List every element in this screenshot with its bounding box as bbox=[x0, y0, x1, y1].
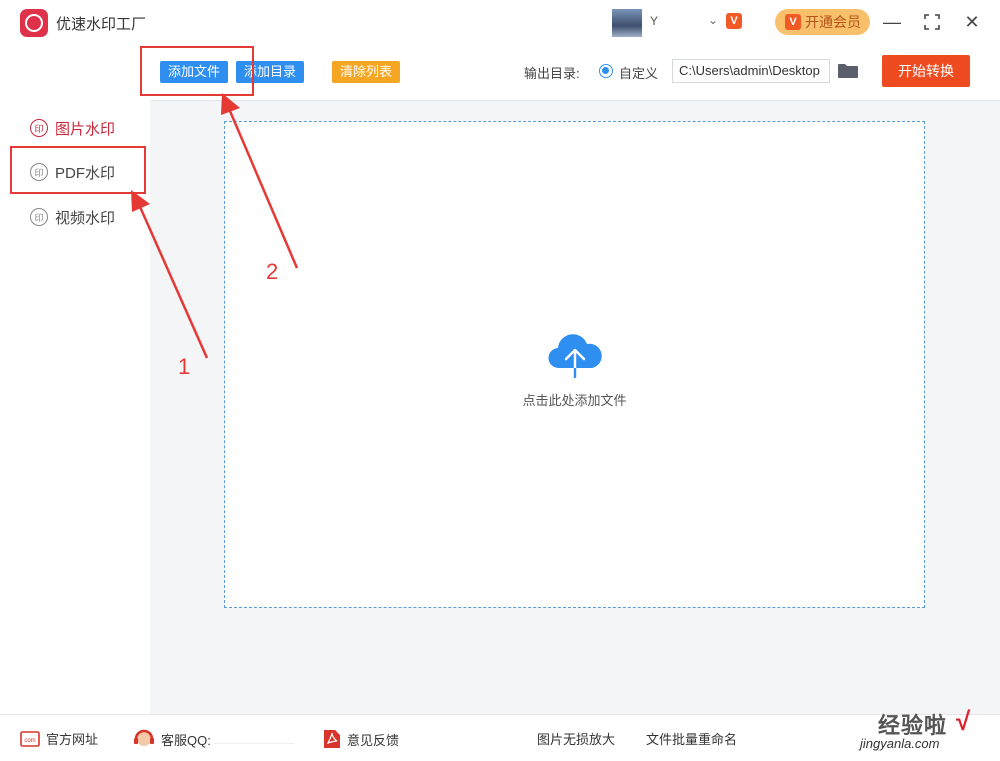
vip-badge-icon: V bbox=[726, 13, 742, 29]
watermark-domain: jingyanla.com bbox=[860, 736, 940, 751]
batch-rename-link[interactable]: 文件批量重命名 bbox=[646, 729, 737, 748]
annotation-number-1: 1 bbox=[178, 354, 191, 379]
folder-icon[interactable] bbox=[838, 63, 858, 78]
annotation-box-add-file bbox=[140, 46, 254, 96]
headset-icon bbox=[134, 729, 154, 746]
custom-dir-radio[interactable] bbox=[599, 64, 613, 78]
pdf-feedback-icon bbox=[324, 730, 340, 748]
output-dir-label: 输出目录: bbox=[524, 66, 580, 81]
sidebar-item-image-watermark[interactable]: 印 图片水印 bbox=[30, 116, 115, 140]
lossless-enlarge-link[interactable]: 图片无损放大 bbox=[537, 729, 615, 748]
main-area: 点击此处添加文件 bbox=[150, 101, 1000, 714]
maximize-button[interactable] bbox=[920, 10, 944, 34]
stamp-icon: 印 bbox=[30, 208, 48, 226]
title-bar: 优速水印工厂 Y ⌄ V V 开通会员 — ✕ bbox=[0, 0, 1000, 44]
chevron-down-icon[interactable]: ⌄ bbox=[708, 13, 718, 27]
vip-icon: V bbox=[785, 14, 801, 30]
app-title: 优速水印工厂 bbox=[56, 16, 147, 33]
support-qq-label: 客服QQ: bbox=[161, 732, 211, 748]
cloud-upload-icon bbox=[548, 334, 602, 380]
website-icon: com bbox=[20, 730, 40, 747]
sidebar-item-video-watermark[interactable]: 印 视频水印 bbox=[30, 205, 115, 229]
minimize-button[interactable]: — bbox=[880, 10, 904, 34]
annotation-number-2: 2 bbox=[266, 259, 279, 284]
app-logo-icon bbox=[20, 9, 48, 37]
annotation-box-pdf bbox=[10, 146, 146, 194]
drop-zone-text: 点击此处添加文件 bbox=[522, 393, 627, 408]
svg-text:com: com bbox=[24, 738, 35, 744]
toolbar: 添加文件 添加目录 清除列表 输出目录: 自定义 C:\Users\admin\… bbox=[150, 44, 1000, 101]
close-button[interactable]: ✕ bbox=[960, 10, 984, 34]
start-convert-button[interactable]: 开始转换 bbox=[882, 55, 970, 87]
feedback-link[interactable]: 意见反馈 bbox=[323, 729, 399, 749]
stamp-icon: 印 bbox=[30, 119, 48, 137]
sidebar-item-label: 视频水印 bbox=[55, 209, 116, 227]
watermark-check: √ bbox=[956, 706, 971, 736]
qq-number-redacted bbox=[214, 731, 294, 744]
website-label: 官方网址 bbox=[46, 732, 99, 747]
support-qq[interactable]: 客服QQ: bbox=[133, 729, 211, 749]
site-watermark: 经验啦 √ jingyanla.com bbox=[850, 706, 990, 756]
sidebar: 印 图片水印 印 PDF水印 印 视频水印 bbox=[0, 44, 150, 714]
output-path-field[interactable]: C:\Users\admin\Desktop bbox=[672, 59, 830, 83]
open-vip-label: 开通会员 bbox=[805, 14, 861, 30]
feedback-label: 意见反馈 bbox=[347, 732, 400, 748]
custom-dir-label[interactable]: 自定义 bbox=[619, 63, 658, 82]
clear-list-button[interactable]: 清除列表 bbox=[332, 61, 401, 83]
user-avatar[interactable] bbox=[612, 9, 642, 37]
sidebar-item-label: 图片水印 bbox=[55, 120, 116, 138]
official-website-link[interactable]: com 官方网址 bbox=[20, 729, 98, 748]
open-vip-button[interactable]: V 开通会员 bbox=[775, 9, 870, 35]
maximize-icon bbox=[924, 14, 940, 30]
file-drop-zone[interactable]: 点击此处添加文件 bbox=[224, 121, 925, 608]
user-name[interactable]: Y bbox=[650, 14, 658, 28]
